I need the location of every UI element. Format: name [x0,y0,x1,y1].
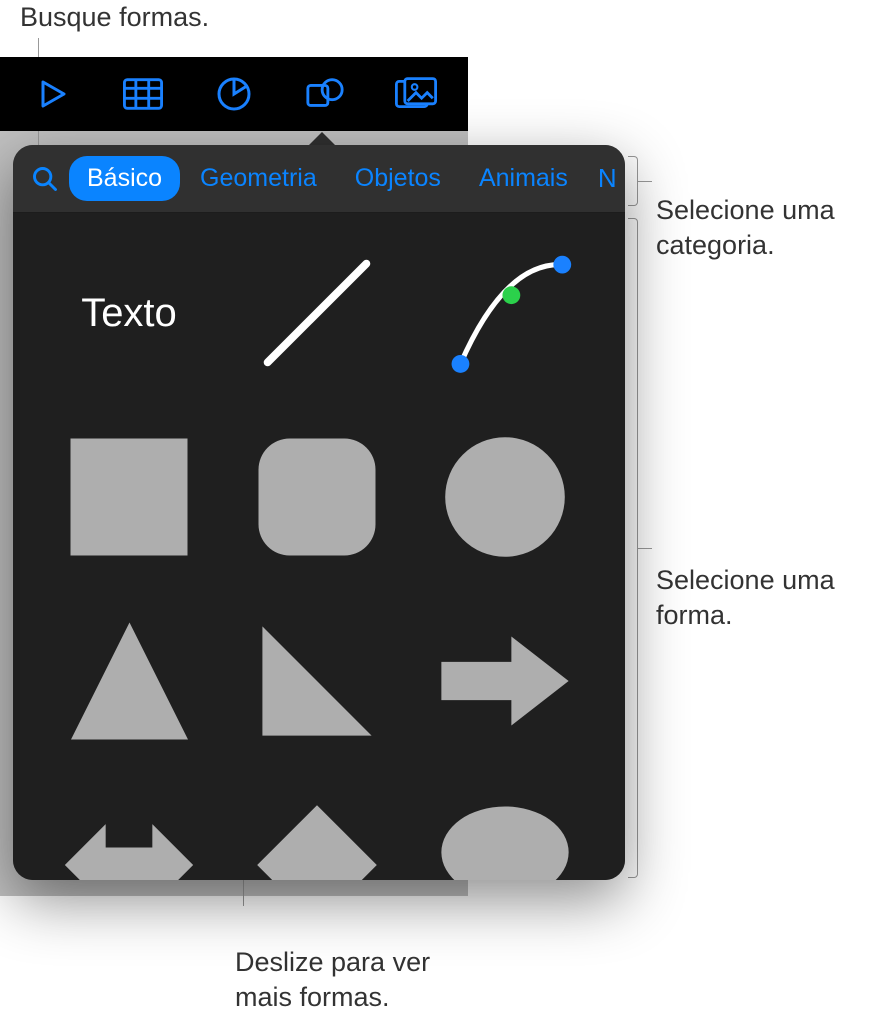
category-bar: Básico Geometria Objetos Animais N [13,145,625,213]
tab-objetos[interactable]: Objetos [337,156,459,201]
callout-search-text: Busque formas. [20,2,209,32]
shapes-icon[interactable] [301,70,349,118]
callout-shape-bracket [628,218,638,878]
search-icon[interactable] [23,159,67,199]
callout-category: Selecione uma categoria. [656,158,835,263]
callout-swipe: Deslize para ver mais formas. [235,910,430,1015]
shape-triangle[interactable] [59,611,199,751]
popover-arrow [308,132,336,146]
callout-swipe-text: Deslize para ver mais formas. [235,947,430,1012]
chart-icon[interactable] [210,70,258,118]
shape-square[interactable] [59,427,199,567]
shapes-popover: Básico Geometria Objetos Animais N Texto [13,145,625,880]
main-toolbar [0,57,468,131]
callout-category-bracket [628,156,638,206]
table-icon[interactable] [119,70,167,118]
shape-arrow-double[interactable] [59,795,199,880]
callout-shape-hline [638,548,652,549]
shape-diamond[interactable] [247,795,387,880]
media-icon[interactable] [392,70,440,118]
shape-line[interactable] [247,243,387,383]
tab-overflow[interactable]: N [588,155,617,202]
callout-shape-text: Selecione uma forma. [656,565,835,630]
shapes-grid: Texto [13,213,625,880]
shape-text[interactable]: Texto [59,243,199,383]
callout-category-text: Selecione uma categoria. [656,195,835,260]
callout-search: Busque formas. [20,0,209,35]
play-icon[interactable] [28,70,76,118]
tab-geometria[interactable]: Geometria [182,156,335,201]
shape-arrow-right[interactable] [435,611,575,751]
shape-circle[interactable] [435,427,575,567]
tab-basico[interactable]: Básico [69,156,180,201]
shape-bezier[interactable] [435,243,575,383]
shape-text-label: Texto [81,291,177,336]
shape-rounded-square[interactable] [247,427,387,567]
shape-right-triangle[interactable] [247,611,387,751]
callout-shape: Selecione uma forma. [656,528,835,633]
callout-category-hline [638,181,652,182]
tab-animais[interactable]: Animais [461,156,586,201]
shape-speech-bubble[interactable] [435,795,575,880]
